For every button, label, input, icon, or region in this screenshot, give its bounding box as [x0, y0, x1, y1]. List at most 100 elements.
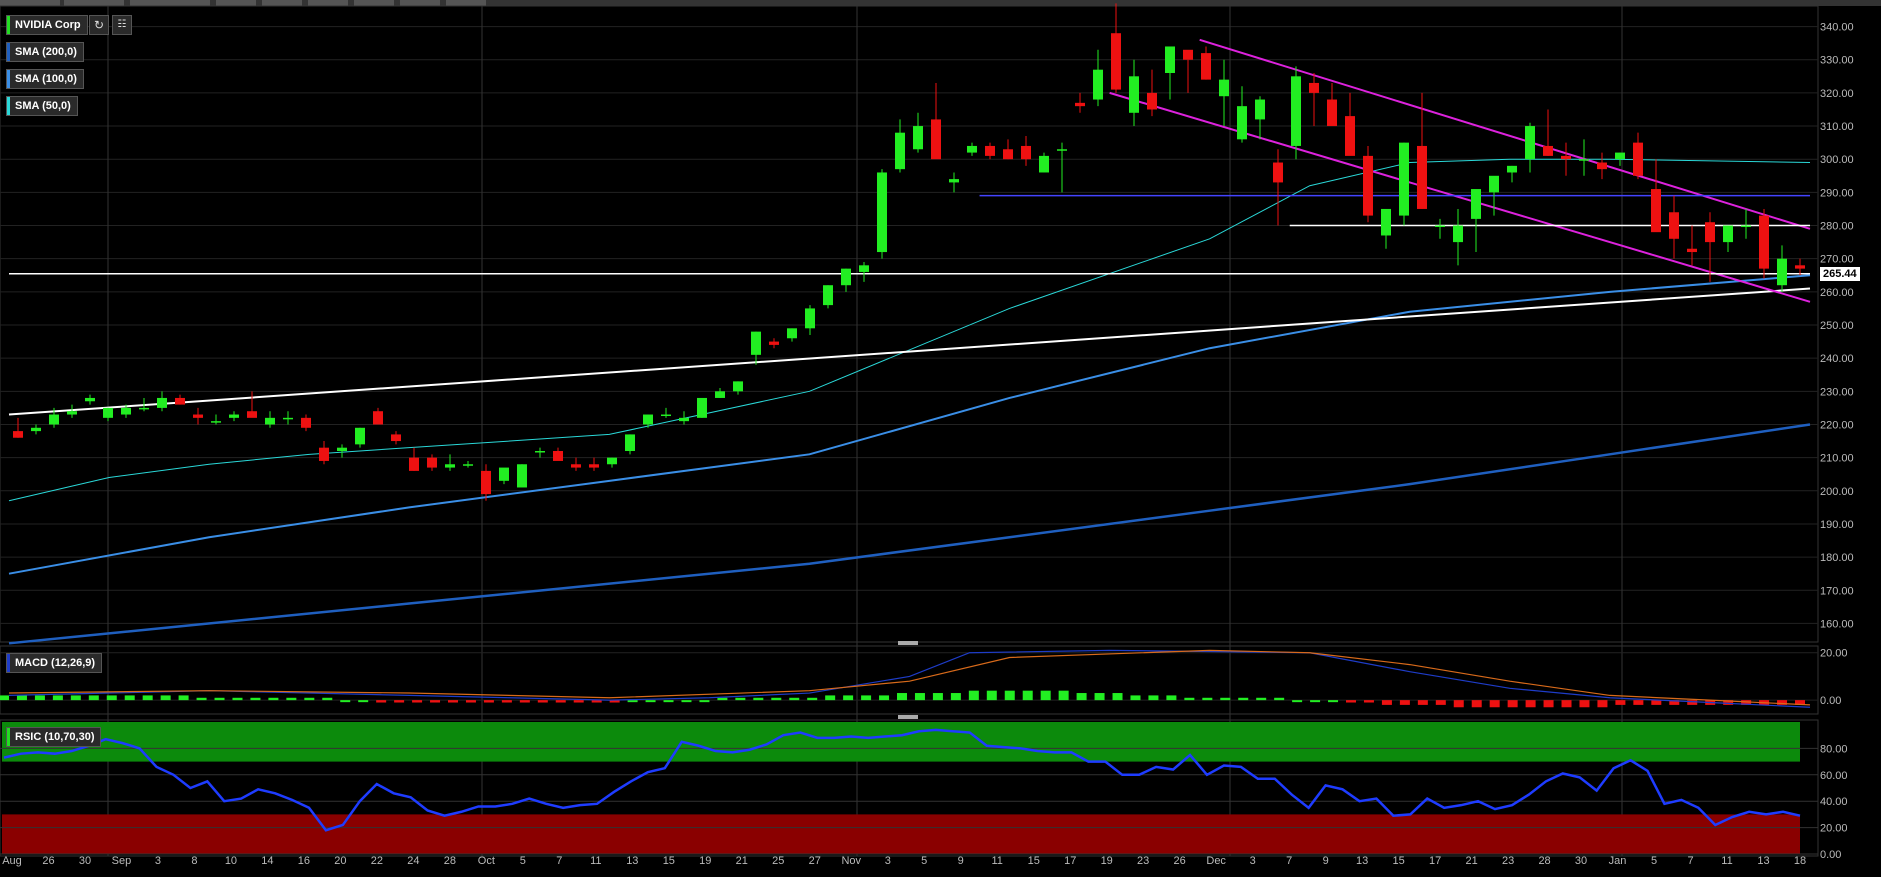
chart-canvas[interactable]: 340.00330.00320.00310.00300.00290.00280.…: [0, 0, 1881, 877]
macd-histogram-bar: [537, 700, 548, 703]
candle-body: [1507, 165, 1517, 173]
macd-histogram-bar: [412, 700, 423, 703]
x-tick-label: 9: [1323, 855, 1329, 867]
candle-body: [715, 391, 725, 398]
macd-histogram-bar: [1094, 693, 1105, 701]
x-tick-label: 5: [1651, 855, 1657, 867]
macd-histogram-bar: [501, 700, 512, 703]
candle-body: [931, 119, 941, 160]
macd-histogram-bar: [1292, 700, 1303, 703]
rsi-tick-label: 80.00: [1820, 743, 1848, 755]
candle-body: [1075, 102, 1085, 107]
macd-histogram-bar: [1346, 700, 1356, 703]
x-tick-label: Dec: [1206, 855, 1226, 867]
x-tick-label: 25: [772, 855, 784, 867]
x-tick-label: 19: [699, 855, 711, 867]
macd-histogram-bar: [448, 700, 458, 703]
candle-body: [13, 431, 23, 438]
price-tick-label: 280.00: [1820, 221, 1854, 233]
candle-body: [1777, 258, 1787, 286]
macd-histogram-bar: [1166, 695, 1177, 701]
macd-histogram-bar: [1579, 700, 1590, 708]
macd-histogram-bar: [843, 695, 854, 701]
candle-body: [733, 381, 743, 392]
candle-body: [1039, 155, 1049, 173]
macd-histogram-bar: [16, 695, 27, 701]
x-tick-label: 11: [590, 855, 601, 867]
price-panel: [0, 5, 1819, 643]
price-tick-label: 220.00: [1820, 419, 1854, 431]
candle-body: [877, 172, 887, 253]
refresh-icon[interactable]: ↻: [89, 15, 109, 35]
candle-body: [1471, 189, 1481, 219]
x-tick-label: 17: [1429, 855, 1441, 867]
candle-body: [193, 414, 203, 418]
x-tick-label: 16: [298, 855, 310, 867]
candle-body: [31, 427, 41, 432]
candle-body: [1327, 99, 1337, 127]
candle-body: [1651, 189, 1661, 233]
rsi-tick-label: 40.00: [1820, 796, 1848, 808]
price-tick-label: 330.00: [1820, 55, 1854, 67]
rsi-swatch: [7, 728, 10, 746]
price-tick-label: 160.00: [1820, 618, 1854, 630]
candle-body: [1795, 265, 1805, 269]
macd-histogram-bar: [376, 700, 387, 703]
macd-histogram-bar: [430, 700, 441, 703]
macd-histogram-bar: [1399, 700, 1410, 705]
macd-histogram-bar: [1417, 700, 1428, 705]
candle-body: [319, 447, 329, 461]
rsi-tick-label: 0.00: [1820, 849, 1841, 861]
x-tick-label: 9: [958, 855, 964, 867]
sma-200-tag[interactable]: SMA (200,0): [6, 42, 84, 62]
macd-histogram-bar: [70, 695, 81, 701]
candle-body: [1363, 155, 1373, 216]
macd-histogram-bar: [232, 697, 243, 701]
macd-histogram-bar: [825, 695, 836, 701]
x-tick-label: 28: [444, 855, 456, 867]
price-tick-label: 270.00: [1820, 254, 1854, 266]
x-tick-label: Jan: [1609, 855, 1627, 867]
chart-settings-icon[interactable]: ☷: [112, 15, 132, 35]
macd-histogram-bar: [34, 695, 45, 701]
rsi-overbought-band: [2, 722, 1800, 762]
macd-histogram-bar: [627, 700, 638, 703]
x-tick-label: 26: [1174, 855, 1186, 867]
macd-histogram-bar: [681, 700, 692, 703]
macd-histogram-bar: [1489, 700, 1500, 708]
candle-body: [841, 268, 851, 286]
instrument-tag[interactable]: NVIDIA Corp: [6, 15, 88, 35]
macd-tag[interactable]: MACD (12,26,9): [6, 653, 103, 673]
sma-50-tag[interactable]: SMA (50,0): [6, 96, 78, 116]
price-tick-label: 170.00: [1820, 585, 1854, 597]
sma-100-tag[interactable]: SMA (100,0): [6, 69, 84, 89]
macd-histogram-bar: [1453, 700, 1464, 708]
last-price-label: 265.44: [1820, 266, 1860, 281]
candle-body: [1021, 145, 1031, 160]
candle-body: [1417, 145, 1427, 209]
candle-body: [1705, 222, 1715, 243]
candle-body: [1273, 162, 1283, 183]
price-tick-label: 230.00: [1820, 386, 1854, 398]
macd-histogram-bar: [1381, 700, 1392, 705]
rsi-tag[interactable]: RSIC (10,70,30): [6, 727, 102, 747]
macd-histogram-bar: [0, 695, 9, 701]
x-tick-label: 23: [1137, 855, 1149, 867]
x-tick-label: 8: [191, 855, 197, 867]
macd-histogram-bar: [1435, 700, 1446, 705]
candle-body: [643, 414, 653, 425]
price-tick-label: 290.00: [1820, 187, 1854, 199]
candle-body: [1435, 225, 1445, 228]
candle-body: [1309, 82, 1319, 93]
price-tick-label: 240.00: [1820, 353, 1854, 365]
candle-body: [1291, 76, 1301, 146]
macd-histogram-bar: [1543, 700, 1554, 708]
macd-histogram-bar: [1076, 693, 1087, 701]
x-tick-label: Aug: [2, 855, 22, 867]
candle-body: [283, 417, 293, 420]
candle-body: [805, 308, 815, 329]
x-tick-label: 21: [1465, 855, 1477, 867]
macd-histogram-bar: [1220, 697, 1231, 701]
candle-body: [985, 145, 995, 156]
x-tick-label: 10: [225, 855, 237, 867]
